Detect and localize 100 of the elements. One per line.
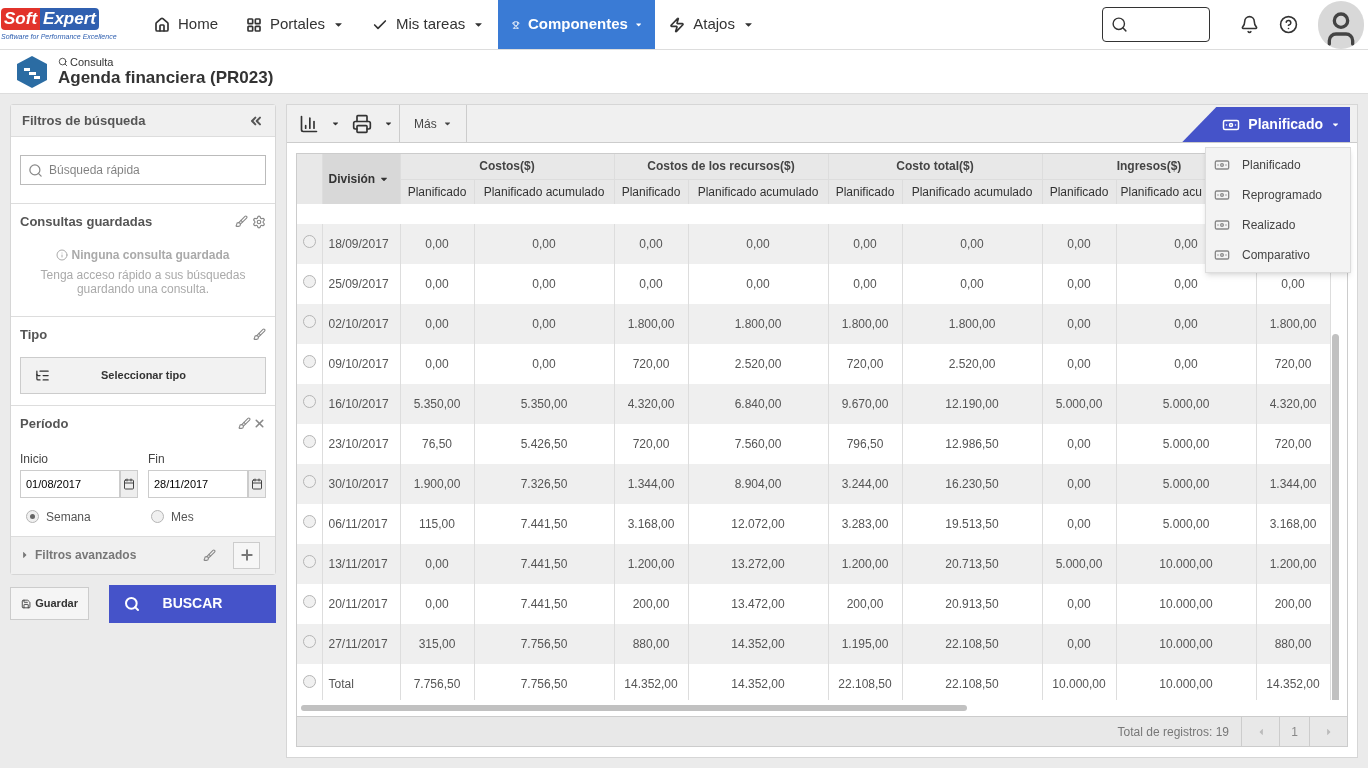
table-cell: 1.200,00 xyxy=(1269,557,1317,571)
table-cell: 06/11/2017 xyxy=(328,517,388,531)
table-cell: 0,00 xyxy=(425,357,449,371)
table-cell: 0,00 xyxy=(1067,277,1091,291)
table-cell: 14.352,00 xyxy=(624,677,678,691)
table-cell: 10.000,00 xyxy=(1159,597,1213,611)
breadcrumb: Consulta xyxy=(70,55,114,68)
table-cell: 0,00 xyxy=(1174,237,1198,251)
table-cell: 0,00 xyxy=(1174,277,1198,291)
panel-title: Filtros de búsqueda xyxy=(22,111,146,130)
section-title: Período xyxy=(20,415,69,433)
table-cell: 8.904,00 xyxy=(734,477,782,491)
table-cell: 1.200,00 xyxy=(627,557,675,571)
column-group-header: Costos($) xyxy=(400,154,614,179)
table-cell: 7.756,50 xyxy=(520,677,568,691)
table-cell: 880,00 xyxy=(1274,637,1312,651)
table-cell: 5.000,00 xyxy=(1055,557,1103,571)
empty-state-text: Tenga acceso rápido a sus búsquedas guardando una consulta. xyxy=(39,267,247,296)
table-cell: 7.441,50 xyxy=(520,517,568,531)
table-cell: 0,00 xyxy=(1067,477,1091,491)
table-cell: 1.344,00 xyxy=(627,477,675,491)
table-cell: 0,00 xyxy=(532,317,556,331)
table-cell: 5.000,00 xyxy=(1162,517,1210,531)
table-cell: 0,00 xyxy=(960,277,984,291)
table-cell: 0,00 xyxy=(425,557,449,571)
table-cell: 0,00 xyxy=(639,237,663,251)
table-cell: 0,00 xyxy=(1067,317,1091,331)
table-cell: 0,00 xyxy=(1281,277,1305,291)
table-cell: 0,00 xyxy=(853,277,877,291)
table-cell: 1.800,00 xyxy=(627,317,675,331)
table-cell: 7.756,50 xyxy=(520,637,568,651)
table-cell: 22.108,50 xyxy=(945,637,999,651)
table-cell: 0,00 xyxy=(1067,437,1091,451)
table-cell: 5.350,00 xyxy=(413,397,461,411)
table-cell: 1.900,00 xyxy=(413,477,461,491)
table-cell: 315,00 xyxy=(418,637,456,651)
table-cell: 02/10/2017 xyxy=(328,317,389,331)
table-cell: 0,00 xyxy=(425,277,449,291)
page-title: Agenda financiera (PR023) xyxy=(58,67,274,88)
table-cell: 0,00 xyxy=(425,597,449,611)
column-group-header: Costo total($) xyxy=(828,154,1042,179)
table-cell: 3.168,00 xyxy=(1269,517,1317,531)
table-cell: 12.986,50 xyxy=(945,437,999,451)
table-cell: 3.168,00 xyxy=(627,517,675,531)
table-cell: 10.000,00 xyxy=(1052,677,1106,691)
table-cell: 0,00 xyxy=(1067,597,1091,611)
radio-label: Mes xyxy=(171,508,194,526)
field-label: Inicio xyxy=(20,450,49,468)
table-cell: 0,00 xyxy=(532,357,556,371)
empty-state-title: Ninguna consulta guardada xyxy=(71,246,230,264)
table-cell: 5.000,00 xyxy=(1162,477,1210,491)
table-cell: 0,00 xyxy=(1067,637,1091,651)
table-cell: 7.560,00 xyxy=(734,437,782,451)
table-cell: 0,00 xyxy=(960,237,984,251)
table-cell: 0,00 xyxy=(853,237,877,251)
table-cell: 13.272,00 xyxy=(731,557,785,571)
table-cell: 720,00 xyxy=(632,437,670,451)
table-cell: 4.320,00 xyxy=(627,397,675,411)
record-count: Total de registros: 19 xyxy=(1117,723,1229,741)
table-cell: 1.800,00 xyxy=(734,317,782,331)
table-cell: 0,00 xyxy=(1067,357,1091,371)
table-cell: 14.352,00 xyxy=(1266,677,1320,691)
field-label: Fin xyxy=(148,450,166,468)
table-cell: 0,00 xyxy=(425,317,449,331)
table-cell: 76,50 xyxy=(422,437,452,451)
table-cell: 1.195,00 xyxy=(841,637,889,651)
table-cell: 1.800,00 xyxy=(1269,317,1317,331)
table-cell: 720,00 xyxy=(1274,437,1312,451)
table-cell: 20/11/2017 xyxy=(328,597,388,611)
table-cell: 14.352,00 xyxy=(731,677,785,691)
table-cell: 3.244,00 xyxy=(841,477,889,491)
table-cell: 09/10/2017 xyxy=(328,357,389,371)
table-cell: 7.441,50 xyxy=(520,597,568,611)
table-cell: 200,00 xyxy=(632,597,670,611)
section-title: Consultas guardadas xyxy=(20,213,153,231)
table-cell: 9.670,00 xyxy=(841,397,889,411)
table-cell: 880,00 xyxy=(632,637,670,651)
table-cell: 5.350,00 xyxy=(520,397,568,411)
table-cell: 22.108,50 xyxy=(945,677,999,691)
table-cell: 5.000,00 xyxy=(1162,437,1210,451)
table-cell: 796,50 xyxy=(846,437,884,451)
table-cell: 1.200,00 xyxy=(841,557,889,571)
table-cell: 0,00 xyxy=(639,277,663,291)
table-cell: 720,00 xyxy=(632,357,670,371)
table-cell: 7.756,50 xyxy=(413,677,461,691)
table-cell: 0,00 xyxy=(1174,317,1198,331)
table-cell: 18/09/2017 xyxy=(328,237,389,251)
table-cell: 115,00 xyxy=(419,517,455,531)
table-cell: 20.713,50 xyxy=(945,557,999,571)
table-cell: 10.000,00 xyxy=(1159,557,1213,571)
table-cell: 12.072,00 xyxy=(731,517,785,531)
table-cell: 0,00 xyxy=(425,237,449,251)
table-cell: 14.352,00 xyxy=(731,637,785,651)
table-cell: 16.230,50 xyxy=(945,477,999,491)
table-cell: 5.000,00 xyxy=(1162,397,1210,411)
table-cell: 5.426,50 xyxy=(520,437,568,451)
table-cell: 6.840,00 xyxy=(734,397,782,411)
table-cell: 13.472,00 xyxy=(731,597,785,611)
table-cell: 10.000,00 xyxy=(1159,677,1213,691)
table-cell: 1.800,00 xyxy=(841,317,889,331)
